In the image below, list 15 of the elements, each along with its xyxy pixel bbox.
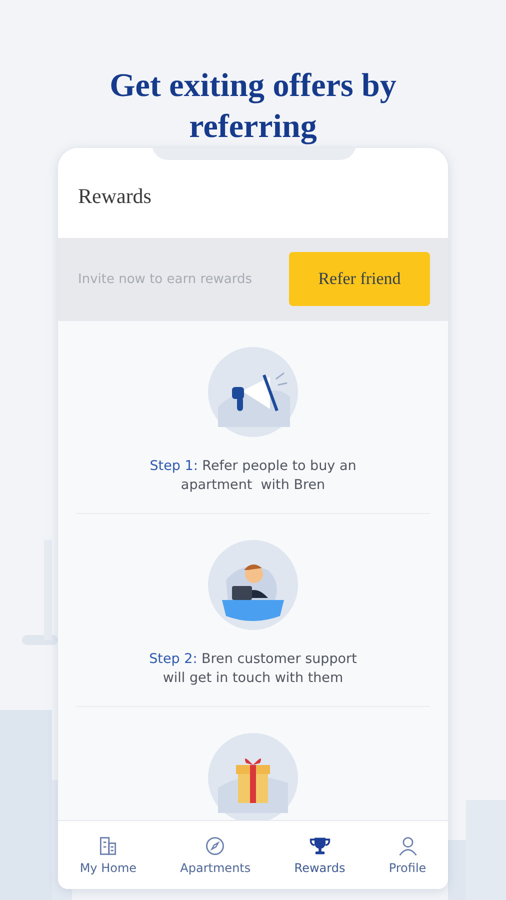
support-agent-icon [208,540,298,630]
invite-text: Invite now to earn rewards [78,272,252,287]
nav-tab[interactable]: Apartments [176,835,255,876]
step-description: Step 1: Refer people to buy an apartment with Bren [148,456,358,495]
trophy-icon [308,835,331,858]
person-icon [396,835,419,858]
megaphone-icon [208,346,298,437]
nav-tab[interactable]: My Home [76,835,141,876]
nav-tab[interactable]: Rewards [290,835,350,876]
nav-tab[interactable]: Profile [384,835,430,876]
refer-friend-button[interactable]: Refer friend [289,252,430,306]
screen-title: Rewards [78,184,152,210]
headline: Get exiting offers by referring [108,67,398,147]
compass-icon [204,835,226,858]
step-description: Step 2: Bren customer support will get in touch with them [148,650,358,688]
